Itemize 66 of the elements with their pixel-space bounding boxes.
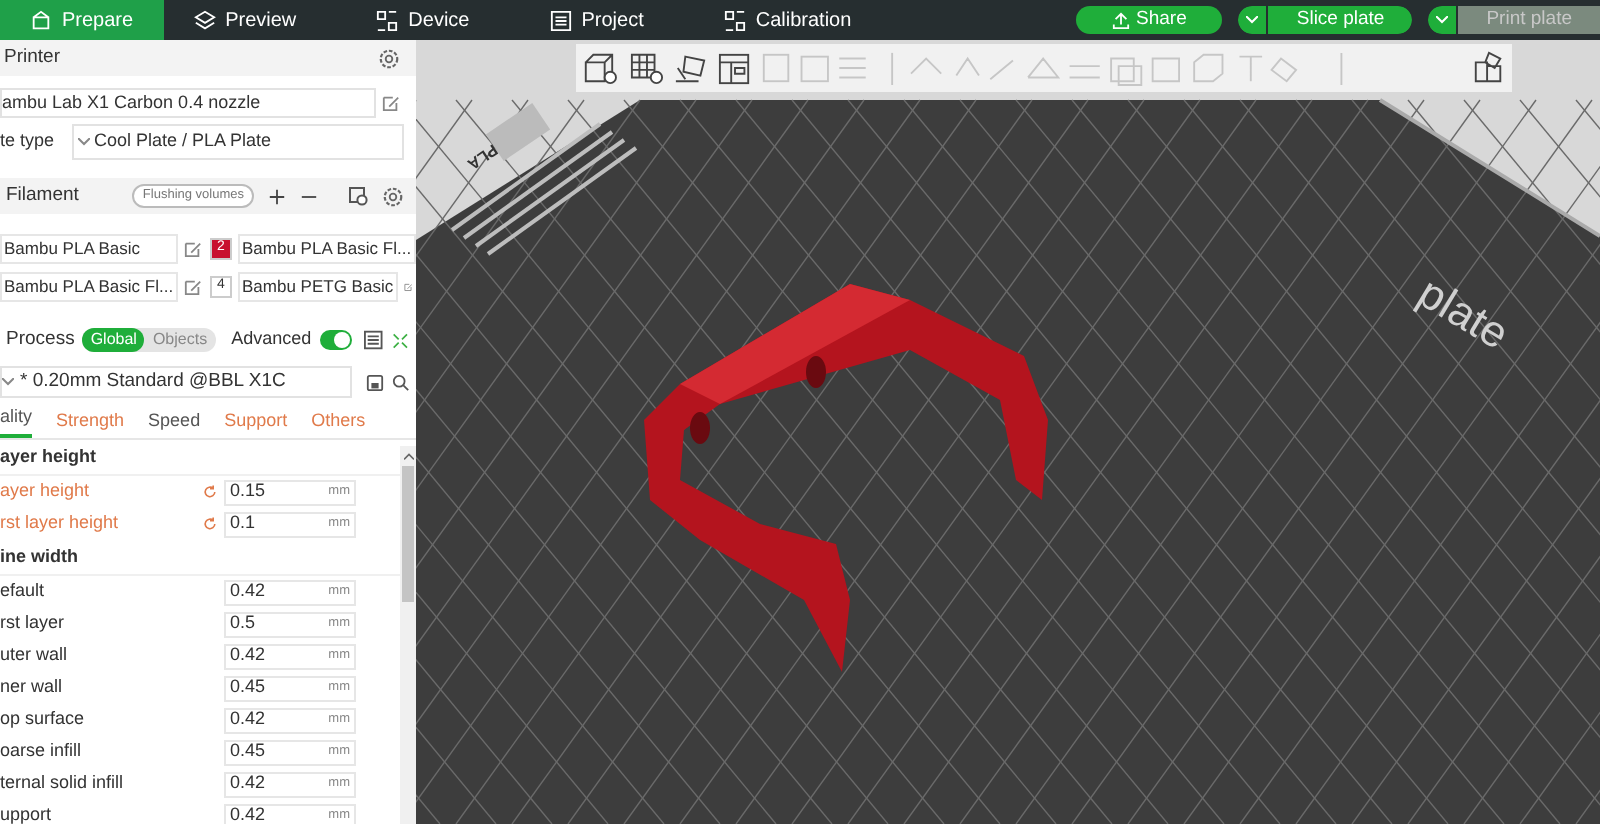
- setting-label: op surface: [0, 706, 87, 733]
- process-preset-select[interactable]: * 0.20mm Standard @BBL X1C: [0, 366, 352, 398]
- settings-icon[interactable]: [382, 185, 404, 207]
- nav-tab[interactable]: Project: [519, 0, 674, 40]
- filament-select[interactable]: Bambu PLA Basic Fl...: [238, 234, 416, 264]
- section-title: Process: [6, 325, 75, 354]
- section-title: Filament: [6, 181, 79, 210]
- filament-select[interactable]: Bambu PETG Basic: [238, 272, 398, 302]
- compare-icon[interactable]: [391, 331, 408, 349]
- scroll-up-icon[interactable]: [403, 452, 413, 460]
- edit-icon[interactable]: [382, 94, 400, 112]
- upload-icon: [1112, 11, 1131, 29]
- setting-label: rst layer height: [0, 510, 121, 537]
- plate-label: PLA: [462, 138, 502, 175]
- filament-select[interactable]: Bambu PLA Basic Fl...: [0, 272, 178, 302]
- caret-icon: [1436, 16, 1449, 24]
- list-icon[interactable]: [364, 330, 384, 350]
- scrollbar[interactable]: [400, 446, 416, 824]
- edit-icon[interactable]: [184, 278, 202, 296]
- save-icon[interactable]: [366, 373, 384, 391]
- dropdown-button[interactable]: [1428, 6, 1457, 34]
- setting-label: oarse infill: [0, 738, 84, 765]
- layout-icon[interactable]: [717, 51, 750, 85]
- plate-text: plate: [1407, 265, 1520, 363]
- group-title: ayer height: [0, 442, 400, 476]
- calibration-icon: [723, 9, 746, 31]
- settings-tab[interactable]: Speed: [148, 407, 201, 438]
- filament-select[interactable]: Bambu PLA Basic: [0, 234, 178, 264]
- printer-select[interactable]: ambu Lab X1 Carbon 0.4 nozzle: [0, 88, 376, 118]
- field-label: te type: [0, 128, 57, 155]
- advanced-label: Advanced: [231, 326, 312, 353]
- layers-icon: [193, 9, 216, 31]
- settings-icon[interactable]: [378, 47, 400, 69]
- setting-label: rst layer: [0, 610, 67, 637]
- setting-label: upport: [0, 802, 54, 824]
- plate-type-select[interactable]: Cool Plate / PLA Plate: [72, 124, 404, 160]
- setting-label: ner wall: [0, 674, 65, 701]
- add-cube-icon[interactable]: [582, 50, 620, 86]
- arrange-icon[interactable]: [673, 50, 708, 86]
- search-icon[interactable]: [392, 373, 410, 391]
- puzzle-icon[interactable]: [1472, 50, 1506, 86]
- group-title: ine width: [0, 542, 400, 576]
- caret-icon: [1246, 16, 1259, 24]
- nav-tab[interactable]: Calibration: [693, 0, 882, 40]
- edit-icon[interactable]: [403, 278, 412, 296]
- setting-label: ayer height: [0, 478, 92, 505]
- setting-label: efault: [0, 578, 47, 605]
- add-icon[interactable]: [268, 187, 286, 205]
- dropdown-button[interactable]: [1238, 6, 1267, 34]
- add-plate-icon[interactable]: [629, 50, 664, 86]
- edit-icon[interactable]: [184, 240, 202, 258]
- caret-icon: [2, 378, 14, 386]
- cube-icon: [30, 9, 52, 31]
- advanced-toggle[interactable]: [319, 330, 353, 350]
- nav-tab[interactable]: Device: [346, 0, 500, 40]
- setting-label: ternal solid infill: [0, 770, 126, 797]
- caret-icon: [78, 138, 90, 146]
- settings-tab[interactable]: ality: [0, 403, 33, 438]
- setting-label: uter wall: [0, 642, 70, 669]
- list-icon: [549, 9, 572, 31]
- nav-tab[interactable]: Preview: [163, 0, 327, 40]
- device-icon: [376, 9, 399, 31]
- reset-icon[interactable]: [202, 484, 218, 500]
- section-title: Printer: [4, 43, 60, 72]
- reset-icon[interactable]: [202, 516, 218, 532]
- scroll-thumb[interactable]: [402, 466, 414, 602]
